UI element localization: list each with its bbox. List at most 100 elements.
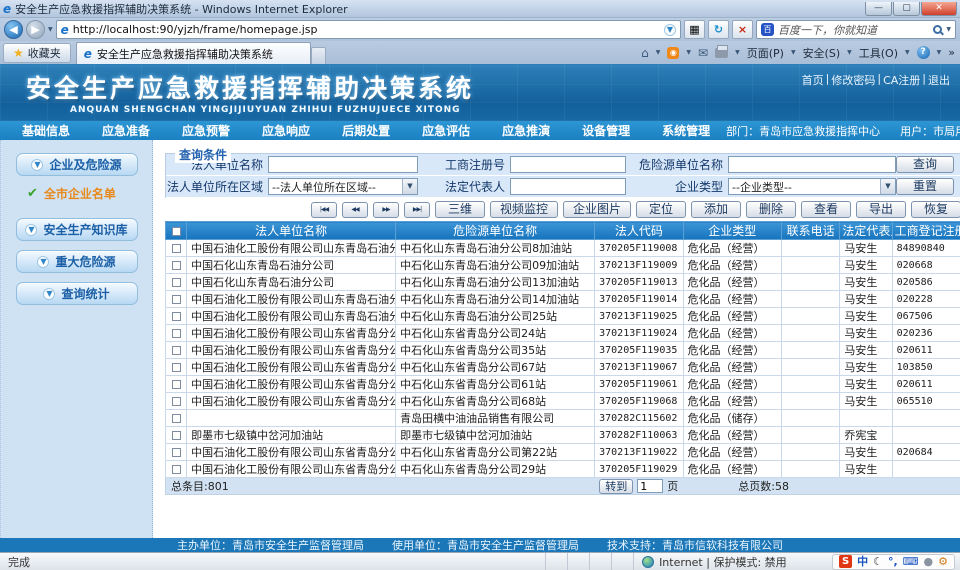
top-link-0[interactable]: 首页 — [802, 72, 824, 88]
select-arrow-icon[interactable]: ▼ — [402, 179, 417, 194]
new-tab-button[interactable] — [311, 47, 326, 64]
minimize-button[interactable]: — — [865, 2, 892, 16]
url-text[interactable]: http://localhost:90/yjzh/frame/homepage.… — [73, 23, 318, 36]
row-checkbox[interactable] — [172, 363, 181, 372]
row-checkbox[interactable] — [172, 465, 181, 474]
sidebar-item-city-enterprise-list[interactable]: ✔ 全市企业名单 — [27, 185, 152, 202]
reg-no-input[interactable] — [510, 156, 626, 173]
home-icon[interactable]: ⌂ — [641, 46, 649, 60]
row-checkbox[interactable] — [172, 312, 181, 321]
pagination-button-2[interactable]: ▶▶ — [373, 202, 399, 218]
top-link-3[interactable]: 退出 — [928, 72, 950, 88]
goto-page-button[interactable]: 转到 — [599, 479, 633, 494]
print-dropdown-icon[interactable]: ▼ — [735, 49, 740, 56]
stop-button[interactable]: × — [732, 20, 753, 39]
menu-item-1[interactable]: 应急准备 — [86, 122, 166, 139]
search-icon[interactable] — [933, 25, 942, 34]
overflow-chevron-icon[interactable]: » — [948, 46, 955, 59]
punctuation-icon[interactable]: °, — [888, 555, 898, 569]
mail-icon[interactable]: ✉ — [698, 46, 708, 60]
toolbar-button-3[interactable]: 定位 — [636, 201, 686, 218]
sogou-icon[interactable]: S — [839, 555, 852, 568]
reset-button[interactable]: 重置 — [896, 178, 954, 195]
top-link-1[interactable]: 修改密码 — [831, 72, 875, 88]
toolbox-icon[interactable]: ⚙ — [938, 555, 948, 569]
recent-pages-icon[interactable]: ▼ — [48, 26, 53, 33]
feeds-dropdown-icon[interactable]: ▼ — [686, 49, 691, 56]
row-checkbox[interactable] — [172, 278, 181, 287]
toolbar-button-2[interactable]: 企业图片 — [563, 201, 631, 218]
home-dropdown-icon[interactable]: ▼ — [656, 49, 661, 56]
page-number-input[interactable] — [637, 479, 663, 493]
corp-name-input[interactable] — [268, 156, 418, 173]
url-dropdown-icon[interactable]: ▼ — [664, 24, 676, 36]
search-box[interactable]: 百 百度一下，你就知道 ▼ — [756, 20, 956, 39]
sidebar-item-knowledge-base[interactable]: ▼ 安全生产知识库 — [16, 218, 138, 241]
sidebar-item-query-stats[interactable]: ▼ 查询统计 — [16, 282, 138, 305]
column-header-4[interactable]: 联系电话 — [782, 222, 840, 240]
toolbar-button-6[interactable]: 查看 — [801, 201, 851, 218]
menu-item-2[interactable]: 应急预警 — [166, 122, 246, 139]
toolbar-button-8[interactable]: 恢复 — [911, 201, 960, 218]
feeds-icon[interactable]: ◉ — [667, 47, 679, 59]
sidebar-item-major-hazard[interactable]: ▼ 重大危险源 — [16, 250, 138, 273]
back-button[interactable]: ◀ — [4, 20, 23, 39]
command-bar-item-1[interactable]: 安全(S) — [803, 45, 841, 61]
column-header-0[interactable]: 法人单位名称 — [187, 222, 396, 240]
chinese-mode-icon[interactable]: 中 — [857, 555, 868, 569]
column-header-5[interactable]: 法定代表人 — [840, 222, 892, 240]
menu-item-3[interactable]: 应急响应 — [246, 122, 326, 139]
command-dropdown-icon[interactable]: ▼ — [791, 49, 796, 56]
row-checkbox[interactable] — [172, 380, 181, 389]
legal-rep-input[interactable] — [510, 178, 626, 195]
region-select[interactable]: --法人单位所在区域-- ▼ — [268, 178, 418, 195]
close-button[interactable]: ✕ — [921, 2, 957, 16]
menu-item-0[interactable]: 基础信息 — [6, 122, 86, 139]
select-all-checkbox[interactable] — [172, 227, 181, 236]
menu-item-7[interactable]: 设备管理 — [566, 122, 646, 139]
search-placeholder[interactable]: 百度一下，你就知道 — [778, 22, 929, 38]
row-checkbox[interactable] — [172, 261, 181, 270]
toolbar-button-0[interactable]: 三维 — [435, 201, 485, 218]
top-link-2[interactable]: CA注册 — [883, 72, 920, 88]
search-button[interactable]: 查询 — [896, 156, 954, 173]
url-field[interactable]: e http://localhost:90/yjzh/frame/homepag… — [56, 20, 681, 39]
row-checkbox[interactable] — [172, 414, 181, 423]
active-tab[interactable]: e 安全生产应急救援指挥辅助决策系统 — [76, 42, 311, 64]
forward-button[interactable]: ▶ — [26, 20, 45, 39]
fullwidth-icon[interactable]: ☾ — [873, 555, 883, 569]
command-bar-item-2[interactable]: 工具(O) — [859, 45, 898, 61]
row-checkbox[interactable] — [172, 295, 181, 304]
print-icon[interactable] — [715, 48, 728, 58]
search-options-icon[interactable]: ▼ — [946, 26, 951, 33]
refresh-button[interactable]: ↻ — [708, 20, 729, 39]
pagination-button-0[interactable]: |◀◀ — [311, 202, 337, 218]
row-checkbox[interactable] — [172, 244, 181, 253]
menu-item-8[interactable]: 系统管理 — [646, 122, 726, 139]
corp-type-select[interactable]: --企业类型-- ▼ — [728, 178, 896, 195]
help-icon[interactable]: ? — [917, 46, 930, 59]
menu-item-4[interactable]: 后期处置 — [326, 122, 406, 139]
toolbar-button-4[interactable]: 添加 — [691, 201, 741, 218]
softkeyboard-icon[interactable]: ⌨ — [903, 555, 919, 569]
column-header-3[interactable]: 企业类型 — [683, 222, 781, 240]
column-header-1[interactable]: 危险源单位名称 — [396, 222, 595, 240]
help-dropdown-icon[interactable]: ▼ — [937, 49, 942, 56]
select-arrow-icon[interactable]: ▼ — [880, 179, 895, 194]
row-checkbox[interactable] — [172, 431, 181, 440]
row-checkbox[interactable] — [172, 329, 181, 338]
compatibility-view-button[interactable]: ▦ — [684, 20, 705, 39]
row-checkbox[interactable] — [172, 448, 181, 457]
account-icon[interactable]: ● — [924, 555, 934, 569]
column-header-6[interactable]: 工商登记注册号 — [892, 222, 960, 240]
sidebar-item-enterprise-hazard[interactable]: ▼ 企业及危险源 — [16, 153, 138, 176]
command-dropdown-icon[interactable]: ▼ — [847, 49, 852, 56]
toolbar-button-5[interactable]: 删除 — [746, 201, 796, 218]
row-checkbox[interactable] — [172, 397, 181, 406]
command-dropdown-icon[interactable]: ▼ — [905, 49, 910, 56]
toolbar-button-7[interactable]: 导出 — [856, 201, 906, 218]
column-header-2[interactable]: 法人代码 — [595, 222, 683, 240]
hazard-name-input[interactable] — [728, 156, 896, 173]
favorites-button[interactable]: ★ 收藏夹 — [3, 43, 71, 63]
maximize-button[interactable]: ▢ — [893, 2, 920, 16]
